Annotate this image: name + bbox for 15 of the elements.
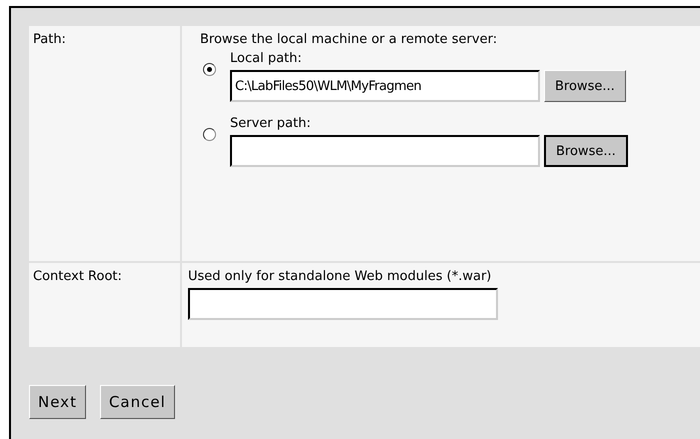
hint-text: Browse the local machine or a remote server: bbox=[200, 32, 498, 47]
wizard-button[interactable]: Next bbox=[29, 385, 86, 419]
path-field[interactable]: C:\LabFiles50\WLM\MyFragmen bbox=[230, 70, 540, 102]
option-label: Local path: bbox=[230, 51, 303, 66]
radio-button[interactable] bbox=[203, 128, 216, 141]
option-label: Server path: bbox=[230, 116, 312, 131]
path-field[interactable] bbox=[230, 135, 540, 167]
field-label: Path: bbox=[33, 32, 66, 47]
context-root-field[interactable] bbox=[188, 288, 498, 320]
wizard-button[interactable]: Cancel bbox=[100, 385, 175, 419]
browse-button[interactable]: Browse... bbox=[544, 70, 626, 102]
hint-text: Used only for standalone Web modules (*.war) bbox=[188, 269, 492, 284]
browse-button[interactable]: Browse... bbox=[544, 135, 628, 167]
radio-button[interactable] bbox=[203, 63, 216, 76]
field-label: Context Root: bbox=[33, 269, 122, 284]
